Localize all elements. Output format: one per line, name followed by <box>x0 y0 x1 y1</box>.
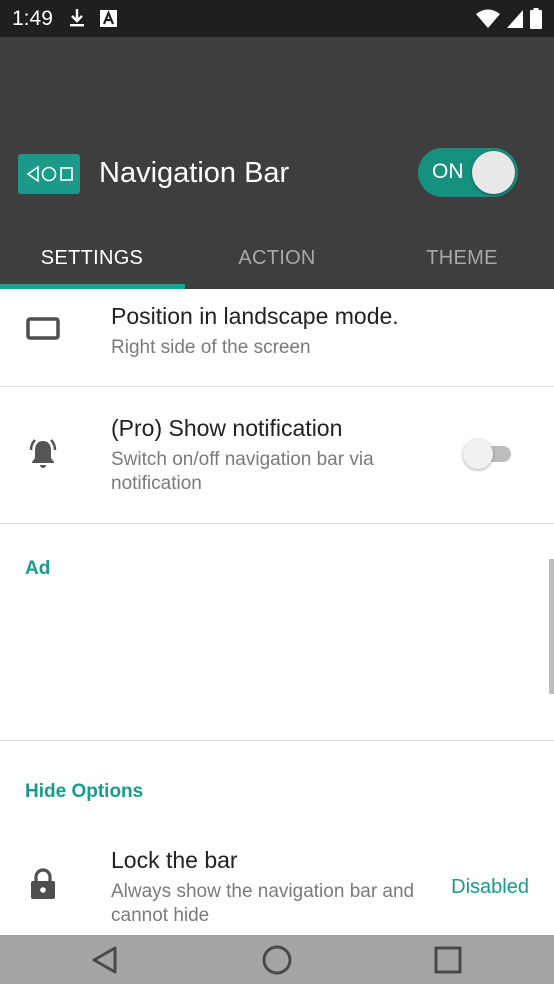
bell-ring-icon <box>29 439 57 468</box>
recents-icon <box>434 946 462 974</box>
show-notification-title: (Pro) Show notification <box>111 415 343 441</box>
notification-toggle[interactable] <box>463 439 513 469</box>
wifi-icon <box>476 9 500 28</box>
tab-settings[interactable]: SETTINGS <box>0 228 184 289</box>
master-on-switch[interactable]: ON <box>418 148 518 197</box>
lock-icon <box>31 868 55 899</box>
app-logo <box>18 154 80 194</box>
nav-buttons-logo-icon <box>26 165 73 183</box>
signal-icon <box>507 9 523 28</box>
landscape-position-subtitle: Right side of the screen <box>111 337 311 358</box>
home-icon <box>262 945 292 975</box>
back-icon <box>92 946 117 974</box>
ad-section-header: Ad <box>25 558 51 579</box>
hide-options-header: Hide Options <box>25 781 144 802</box>
show-notification-row[interactable]: (Pro) Show notification Switch on/off na… <box>0 387 554 523</box>
back-button[interactable] <box>85 941 125 979</box>
scrollbar[interactable] <box>549 559 554 694</box>
master-switch-knob <box>472 151 515 194</box>
battery-icon <box>530 8 542 29</box>
font-a-icon <box>100 9 117 27</box>
app-header: Navigation Bar ON SETTINGS ACTION THEME <box>0 37 554 289</box>
system-nav-bar <box>0 935 554 984</box>
lock-bar-title: Lock the bar <box>111 847 238 873</box>
tab-theme[interactable]: THEME <box>370 228 554 289</box>
show-notification-subtitle: Switch on/off navigation bar via notific… <box>111 449 374 494</box>
settings-list[interactable]: Position in landscape mode. Right side o… <box>0 289 554 935</box>
status-left-icons <box>68 8 117 28</box>
lock-bar-value: Disabled <box>451 876 529 898</box>
status-bar: 1:49 <box>0 0 554 37</box>
app-title: Navigation Bar <box>99 157 290 189</box>
divider <box>0 523 554 524</box>
landscape-position-title: Position in landscape mode. <box>111 303 399 329</box>
notification-toggle-knob <box>463 439 493 469</box>
divider <box>0 740 554 741</box>
home-button[interactable] <box>257 941 297 979</box>
master-switch-label: ON <box>432 160 464 183</box>
lock-bar-subtitle: Always show the navigation bar and canno… <box>111 881 415 926</box>
recents-button[interactable] <box>428 941 468 979</box>
rectangle-icon <box>26 317 60 340</box>
landscape-position-row[interactable]: Position in landscape mode. Right side o… <box>0 289 554 386</box>
tab-action[interactable]: ACTION <box>185 228 369 289</box>
download-icon <box>70 9 84 27</box>
status-right-icons <box>476 8 542 29</box>
lock-bar-row[interactable]: Lock the bar Always show the navigation … <box>0 829 554 935</box>
status-time: 1:49 <box>12 7 53 30</box>
tab-bar: SETTINGS ACTION THEME <box>0 228 554 289</box>
